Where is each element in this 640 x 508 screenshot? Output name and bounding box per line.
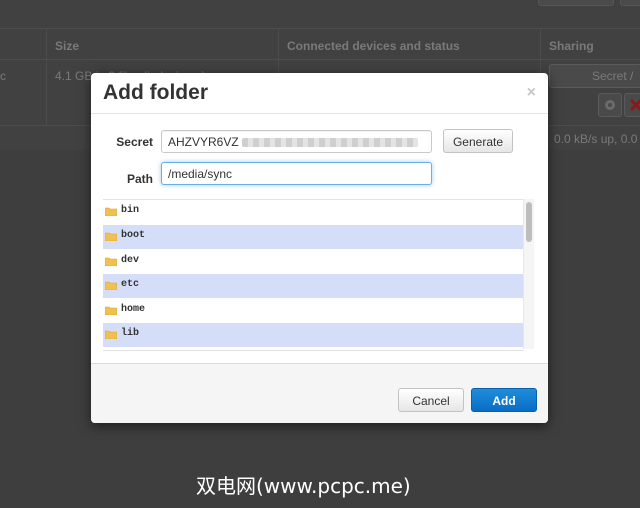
col-divider — [540, 29, 541, 59]
dialog-header: Add folder × — [91, 73, 548, 114]
folder-name: home — [121, 304, 146, 315]
path-input[interactable]: /media/sync — [161, 162, 432, 185]
path-label: Path — [126, 172, 153, 186]
folder-name: bin — [121, 205, 140, 216]
tree-row-etc[interactable]: etc — [103, 274, 524, 298]
tree-row-dev[interactable]: dev — [103, 250, 524, 274]
col-divider — [46, 60, 47, 126]
folder-icon — [105, 330, 117, 339]
folder-name-fragment: c — [0, 69, 6, 83]
header-size: Size — [55, 39, 80, 53]
tree-row-home[interactable]: home — [103, 299, 524, 323]
close-icon[interactable]: × — [527, 84, 536, 102]
dialog-footer: Cancel Add — [91, 363, 548, 423]
scrollbar-thumb[interactable] — [526, 202, 532, 242]
folder-icon — [105, 281, 117, 290]
secret-input[interactable]: AHZVYR6VZ — [161, 130, 432, 153]
col-divider — [46, 29, 47, 59]
folder-name: lib — [121, 328, 140, 339]
table-header-row: Size Connected devices and status Sharin… — [0, 28, 640, 59]
settings-gear-icon[interactable] — [598, 93, 622, 117]
dialog-title: Add folder — [103, 81, 208, 104]
blurred-secret — [242, 138, 418, 147]
folder-icon — [105, 232, 117, 241]
folder-name: dev — [121, 255, 140, 266]
folder-name: etc — [121, 279, 140, 290]
folder-icon — [105, 306, 117, 315]
tree-row-bin[interactable]: bin — [103, 200, 524, 224]
bg-top-button-2 — [620, 0, 640, 6]
tree-row-boot[interactable]: boot — [103, 225, 524, 249]
folder-tree[interactable]: bin boot dev etc home lib — [103, 199, 524, 351]
secret-label: Secret — [116, 135, 153, 149]
secret-value: AHZVYR6VZ — [168, 135, 239, 149]
folder-icon — [105, 207, 117, 216]
col-divider — [278, 29, 279, 59]
cancel-button[interactable]: Cancel — [398, 388, 464, 412]
bg-top-button — [538, 0, 614, 6]
header-sharing: Sharing — [549, 39, 594, 53]
folder-icon — [105, 257, 117, 266]
tree-scrollbar[interactable] — [523, 199, 534, 349]
watermark-text: 双电网(www.pcpc.me) — [196, 474, 411, 498]
transfer-rate: 0.0 kB/s up, 0.0 — [554, 132, 638, 146]
folder-name: boot — [121, 230, 146, 241]
sharing-button[interactable]: Secret / — [549, 64, 640, 88]
remove-x-icon[interactable] — [624, 93, 640, 117]
path-value: /media/sync — [168, 167, 233, 181]
header-devices: Connected devices and status — [287, 39, 460, 53]
generate-button[interactable]: Generate — [443, 129, 513, 153]
add-button[interactable]: Add — [471, 388, 537, 412]
tree-row-lib[interactable]: lib — [103, 323, 524, 347]
add-folder-dialog: Add folder × Secret AHZVYR6VZ Generate P… — [91, 73, 548, 423]
